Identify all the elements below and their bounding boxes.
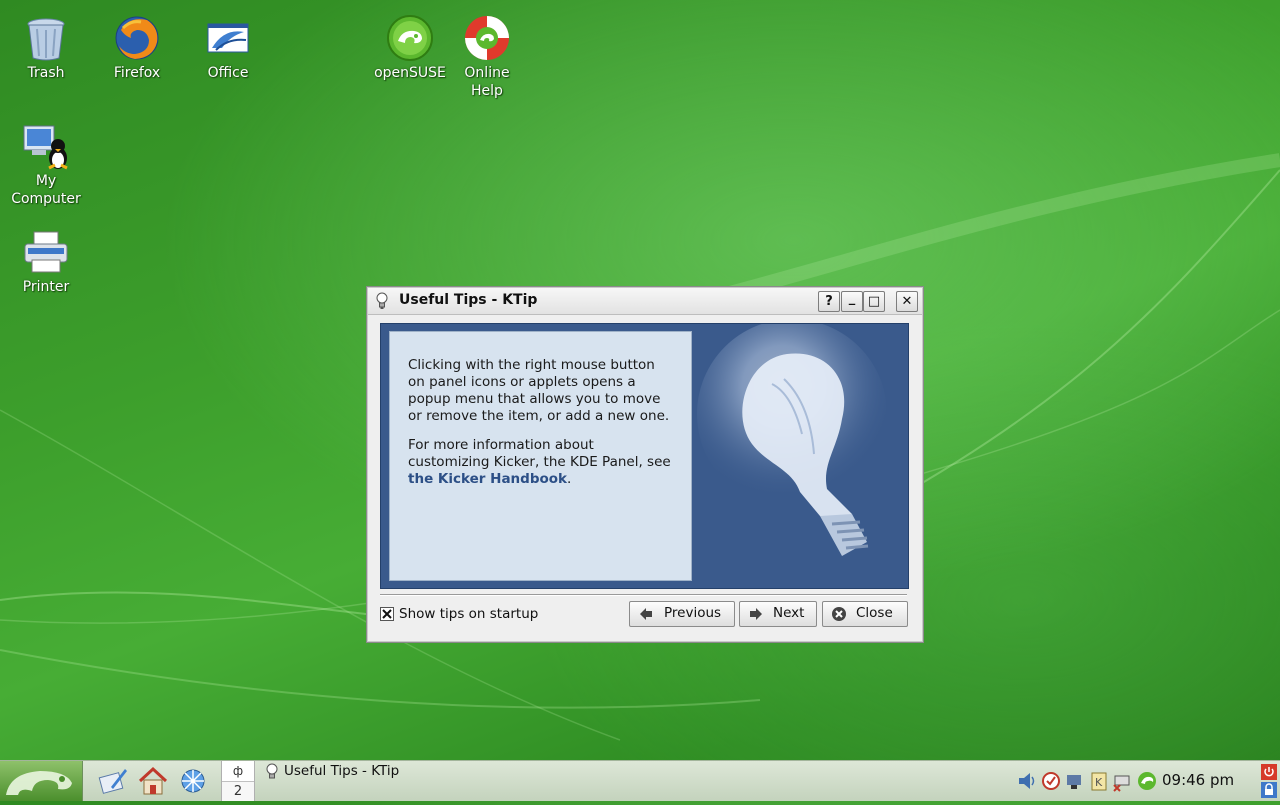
lightbulb-icon bbox=[375, 292, 389, 310]
desktop-icon-online-help[interactable]: Online Help bbox=[442, 2, 532, 100]
maximize-button[interactable]: □ bbox=[863, 291, 885, 312]
tip-text-panel: Clicking with the right mouse button on … bbox=[389, 331, 692, 581]
desktop-icon-firefox[interactable]: Firefox bbox=[92, 2, 182, 82]
session-buttons bbox=[1259, 762, 1279, 800]
network-status-icon[interactable] bbox=[1064, 770, 1084, 792]
desktop-icon-label: Firefox bbox=[113, 65, 161, 81]
desktop-icon-office[interactable]: Office bbox=[183, 2, 273, 82]
opensuse-icon bbox=[386, 14, 434, 62]
pager-desktop-1[interactable]: ф bbox=[222, 761, 254, 782]
dialog-separator bbox=[380, 594, 907, 596]
close-window-button[interactable]: ✕ bbox=[896, 291, 918, 312]
arrow-right-icon bbox=[748, 606, 764, 622]
home-icon[interactable] bbox=[137, 765, 169, 797]
desktop-icon-trash[interactable]: Trash bbox=[1, 2, 91, 82]
lightbulb-illustration bbox=[692, 324, 908, 588]
suse-icon[interactable] bbox=[1137, 770, 1157, 792]
lock-screen-icon[interactable] bbox=[1261, 782, 1277, 802]
lightbulb-icon bbox=[266, 763, 278, 785]
tip-paragraph-end: . bbox=[567, 471, 572, 487]
write-icon[interactable] bbox=[97, 765, 129, 797]
tip-paragraph: Clicking with the right mouse button on … bbox=[408, 357, 670, 424]
svg-text:K: K bbox=[1095, 776, 1103, 789]
dialog-title: Useful Tips - KTip bbox=[399, 292, 538, 308]
tip-paragraph-text: For more information about customizing K… bbox=[408, 437, 671, 470]
computer-icon bbox=[22, 122, 70, 170]
desktop-icon-printer[interactable]: Printer bbox=[1, 216, 91, 296]
volume-icon[interactable] bbox=[1017, 770, 1037, 792]
network-icon[interactable] bbox=[177, 765, 209, 797]
show-tips-label[interactable]: Show tips on startup bbox=[399, 606, 538, 622]
tip-paragraph-more-info: For more information about customizing K… bbox=[408, 437, 674, 488]
desktop-icon-label: Printer bbox=[22, 279, 70, 295]
previous-button[interactable]: Previous bbox=[629, 601, 735, 627]
show-tips-checkbox[interactable] bbox=[380, 607, 394, 621]
dialog-titlebar[interactable]: Useful Tips - KTip ? _ □ ✕ bbox=[368, 288, 922, 315]
desktop-icon-label: Office bbox=[207, 65, 249, 81]
desktop-icon-my-computer[interactable]: My Computer bbox=[1, 110, 91, 208]
firefox-icon bbox=[113, 14, 161, 62]
updater-icon[interactable] bbox=[1041, 770, 1061, 792]
tip-content-frame: Clicking with the right mouse button on … bbox=[380, 323, 909, 589]
task-label: Useful Tips - KTip bbox=[284, 763, 400, 779]
help-button[interactable]: ? bbox=[818, 291, 840, 312]
taskbar-task-ktip[interactable]: Useful Tips - KTip bbox=[262, 762, 642, 782]
desktop-icon-label: Trash bbox=[27, 65, 65, 81]
klipper-icon[interactable]: K bbox=[1089, 770, 1109, 792]
desktop-pager[interactable]: ф 2 bbox=[221, 761, 255, 801]
printer-status-icon[interactable] bbox=[1112, 770, 1132, 792]
suse-chameleon-icon bbox=[6, 771, 72, 795]
next-label: Next bbox=[773, 605, 805, 621]
trash-icon bbox=[22, 14, 70, 62]
ktip-dialog: Useful Tips - KTip ? _ □ ✕ Clicking with… bbox=[366, 286, 924, 643]
printer-icon bbox=[22, 228, 70, 276]
office-icon bbox=[204, 14, 252, 62]
minimize-button[interactable]: _ bbox=[841, 291, 863, 312]
close-label: Close bbox=[856, 605, 893, 621]
taskbar: ф 2 Useful Tips - KTip K 09:46 pm bbox=[0, 760, 1280, 801]
start-menu-button[interactable] bbox=[0, 761, 83, 801]
close-circle-icon bbox=[831, 606, 847, 622]
close-button[interactable]: Close bbox=[822, 601, 908, 627]
desktop-icon-label: Online Help bbox=[464, 65, 510, 99]
desktop-icon-label: My Computer bbox=[11, 173, 81, 207]
next-button[interactable]: Next bbox=[739, 601, 817, 627]
kicker-handbook-link[interactable]: the Kicker Handbook bbox=[408, 471, 567, 487]
logout-icon[interactable] bbox=[1261, 764, 1277, 784]
help-lifebuoy-icon bbox=[463, 14, 511, 62]
pager-desktop-2[interactable]: 2 bbox=[222, 782, 254, 801]
clock[interactable]: 09:46 pm bbox=[1162, 771, 1234, 789]
arrow-left-icon bbox=[638, 606, 654, 622]
previous-label: Previous bbox=[664, 605, 722, 621]
